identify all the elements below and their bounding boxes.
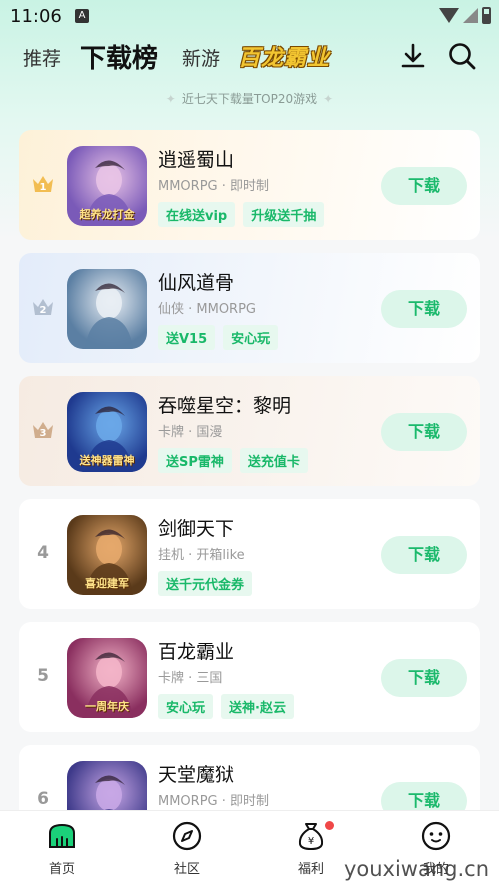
game-genre: 卡牌 · 三国: [158, 671, 223, 686]
status-time: 11:06: [10, 6, 62, 27]
compass-icon: [172, 821, 202, 851]
sparkle-icon: ✦: [323, 92, 334, 106]
download-button[interactable]: 下载: [381, 290, 467, 328]
brand-banner[interactable]: 百龙霸业: [238, 40, 356, 72]
subtitle-text: 近七天下载量TOP20游戏: [181, 92, 318, 106]
notification-icon: A: [75, 9, 89, 23]
profile-face-icon: [421, 821, 451, 851]
notification-badge: [325, 821, 334, 830]
game-icon-caption: 一周年庆: [85, 700, 129, 713]
tab-recommend[interactable]: 推荐: [23, 44, 61, 71]
game-tag: 送V15: [158, 325, 216, 350]
game-genre: MMORPG · 即时制: [158, 179, 270, 194]
signal-icon: [463, 8, 478, 23]
game-icon[interactable]: 一周年庆: [67, 638, 147, 718]
nav-community[interactable]: 社区: [152, 819, 222, 877]
tab-new-games[interactable]: 新游: [182, 44, 220, 71]
game-tags: 安心玩 送神·赵云: [158, 694, 294, 719]
game-genre: 挂机 · 开箱like: [158, 548, 245, 563]
game-name: 仙风道骨: [158, 272, 235, 294]
download-button[interactable]: 下载: [381, 167, 467, 205]
game-genre: 仙侠 · MMORPG: [158, 302, 257, 317]
game-name: 百龙霸业: [158, 641, 235, 663]
game-tags: 送SP雷神 送充值卡: [158, 448, 308, 473]
game-tags: 送千元代金券: [158, 571, 253, 596]
game-card[interactable]: 1 超养龙打金 逍遥蜀山 MMORPG · 即时制 在线送vip 升级送千抽 下载: [19, 130, 480, 240]
nav-label: 福利: [297, 862, 324, 877]
game-art-image: [85, 283, 133, 349]
site-watermark: youxiwang.cn: [343, 857, 489, 881]
game-tag: 送充值卡: [239, 448, 308, 473]
game-genre: MMORPG · 即时制: [158, 794, 270, 809]
rank-medal-icon: 3: [33, 422, 53, 439]
download-button[interactable]: 下载: [381, 413, 467, 451]
sparkle-icon: ✦: [165, 92, 176, 106]
game-icon[interactable]: 送神器雷神: [67, 392, 147, 472]
rank-number: 4: [37, 543, 49, 563]
game-name: 逍遥蜀山: [158, 149, 235, 171]
game-tag: 安心玩: [223, 325, 279, 350]
game-card[interactable]: 5 一周年庆 百龙霸业 卡牌 · 三国 安心玩 送神·赵云 下载: [19, 622, 480, 732]
game-tag: 安心玩: [158, 694, 214, 719]
status-icons: [439, 7, 491, 24]
rank-medal-icon: 2: [33, 299, 53, 316]
svg-text:¥: ¥: [308, 836, 314, 847]
nav-label: 首页: [48, 862, 75, 877]
game-genre: 卡牌 · 国漫: [158, 425, 223, 440]
rank-medal-icon: 1: [33, 176, 53, 193]
game-tag: 送神·赵云: [221, 694, 294, 719]
wifi-icon: [439, 8, 459, 23]
nav-label: 社区: [173, 862, 200, 877]
status-bar: 11:06 A: [0, 0, 499, 34]
download-button[interactable]: 下载: [381, 536, 467, 574]
rank-number: 6: [37, 789, 49, 809]
top-header: 推荐 下载榜 新游 百龙霸业: [0, 36, 499, 78]
rank-number: 5: [37, 666, 49, 686]
game-icon-caption: 超养龙打金: [79, 208, 135, 221]
game-icon-caption: 送神器雷神: [79, 454, 135, 467]
game-name: 吞噬星空：黎明: [158, 395, 292, 417]
game-tags: 送V15 安心玩: [158, 325, 279, 350]
nav-home[interactable]: 首页: [27, 819, 97, 877]
download-icon[interactable]: [397, 40, 429, 72]
game-name: 天堂魔狱: [158, 764, 235, 786]
game-tag: 送千元代金券: [158, 571, 253, 596]
download-button[interactable]: 下载: [381, 659, 467, 697]
game-tag: 送SP雷神: [158, 448, 232, 473]
game-card[interactable]: 4 喜迎建军 剑御天下 挂机 · 开箱like 送千元代金券 下载: [19, 499, 480, 609]
game-tag: 在线送vip: [158, 202, 236, 227]
game-icon[interactable]: [67, 269, 147, 349]
tab-download-chart[interactable]: 下载榜: [80, 38, 158, 75]
game-icon-caption: 喜迎建军: [85, 577, 129, 590]
battery-icon: [482, 7, 491, 24]
game-name: 剑御天下: [158, 518, 235, 540]
game-tag: 升级送千抽: [243, 202, 325, 227]
rank-number: 1: [40, 182, 47, 193]
game-tags: 在线送vip 升级送千抽: [158, 202, 325, 227]
search-icon[interactable]: [446, 40, 478, 72]
game-card[interactable]: 2 仙风道骨 仙侠 · MMORPG 送V15 安心玩 下载: [19, 253, 480, 363]
money-bag-icon: ¥: [298, 823, 324, 851]
game-icon[interactable]: 超养龙打金: [67, 146, 147, 226]
chart-subtitle: ✦ 近七天下载量TOP20游戏 ✦: [0, 90, 499, 107]
game-card[interactable]: 3 送神器雷神 吞噬星空：黎明 卡牌 · 国漫 送SP雷神 送充值卡 下载: [19, 376, 480, 486]
rank-number: 2: [40, 305, 47, 316]
game-icon[interactable]: 喜迎建军: [67, 515, 147, 595]
rank-number: 3: [40, 428, 47, 439]
home-icon: [49, 823, 75, 848]
nav-welfare[interactable]: ¥ 福利: [276, 819, 346, 877]
